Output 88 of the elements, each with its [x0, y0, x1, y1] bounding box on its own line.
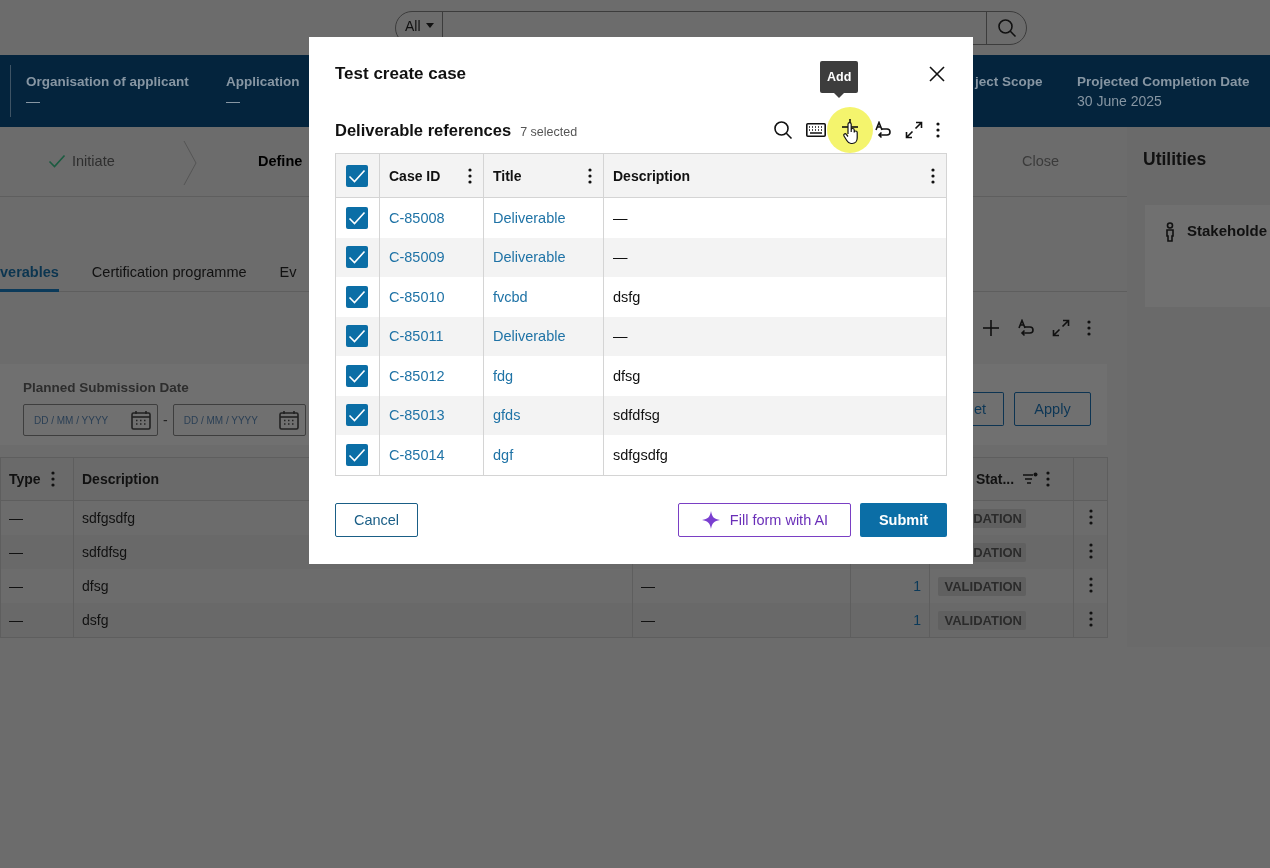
title-link[interactable]: dgf — [493, 446, 514, 463]
table-cell: — — [641, 578, 655, 594]
title-link[interactable]: fdg — [493, 367, 514, 384]
panel-title: Utilities — [1142, 148, 1208, 171]
field-label: Organisation of applicant — [26, 74, 189, 89]
column-header: Case ID — [389, 167, 441, 184]
checkbox[interactable] — [346, 246, 368, 269]
table-cell: — — [613, 328, 628, 345]
column-header: Title — [493, 167, 522, 184]
check-icon — [348, 447, 366, 462]
filter-icon[interactable] — [1022, 472, 1039, 486]
field-value: — — [226, 93, 241, 109]
check-icon — [348, 210, 366, 225]
check-icon — [348, 168, 366, 183]
checkbox[interactable] — [346, 206, 368, 229]
field-label: Application — [226, 74, 300, 89]
kebab-menu-icon[interactable] — [588, 166, 592, 185]
field-value: 30 June 2025 — [1077, 93, 1163, 109]
case-id-link[interactable]: C-85014 — [389, 446, 445, 463]
checkbox[interactable] — [346, 443, 368, 466]
field-label: Projected Completion Date — [1077, 74, 1250, 89]
keyboard-icon[interactable] — [806, 123, 826, 137]
utility-card[interactable]: Stakeholde — [1145, 205, 1270, 307]
check-icon — [348, 368, 366, 383]
check-icon — [348, 289, 366, 304]
selection-count: 7 selected — [520, 124, 578, 139]
check-icon — [48, 154, 66, 168]
table-cell: dfsg — [613, 367, 641, 384]
cursor-over-add-drawing — [841, 119, 861, 145]
close-icon — [928, 65, 946, 83]
column-header: Description — [613, 167, 690, 184]
kebab-menu-icon[interactable] — [931, 166, 935, 185]
table-cell: — — [0, 603, 74, 638]
calendar-icon[interactable] — [278, 410, 299, 430]
expand-icon[interactable] — [905, 121, 923, 139]
title-link[interactable]: Deliverable — [493, 209, 566, 226]
scope-dropdown[interactable]: All — [396, 16, 442, 35]
kebab-menu-icon[interactable] — [468, 166, 472, 185]
check-icon — [348, 250, 366, 265]
column-header: Stat... — [976, 471, 1015, 487]
table-cell: — — [613, 209, 628, 226]
table-cell: dsfg — [613, 288, 641, 305]
column-header: Description — [82, 471, 159, 487]
dialog-title: Test create case — [335, 64, 467, 84]
cancel-button[interactable]: Cancel — [335, 502, 418, 537]
checkbox[interactable] — [346, 164, 368, 187]
check-icon — [348, 408, 366, 423]
filter-label: Planned Submission Date — [23, 380, 189, 395]
range-separator: - — [163, 412, 168, 428]
person-icon — [1165, 222, 1175, 242]
case-id-link[interactable]: C-85008 — [389, 209, 445, 226]
tooltip: Add — [820, 61, 859, 98]
tab[interactable]: Ev — [279, 261, 297, 292]
section-title: Deliverable references — [335, 120, 512, 140]
field-label: ject Scope — [975, 74, 1043, 89]
search-icon[interactable] — [773, 120, 793, 140]
table-cell: sdfdfsg — [613, 407, 660, 424]
table-cell: — — [0, 535, 74, 569]
stage-step[interactable]: Define — [258, 153, 303, 169]
submit-button[interactable]: Submit — [860, 502, 947, 537]
fill-form-ai-button[interactable]: Fill form with AI — [678, 502, 851, 537]
table-cell: — — [641, 612, 655, 628]
add-button[interactable] — [827, 107, 873, 153]
add-icon[interactable] — [982, 319, 1000, 337]
kebab-menu-icon[interactable] — [936, 121, 940, 139]
apply-button[interactable]: Apply — [1014, 392, 1091, 426]
case-id-link[interactable]: C-85012 — [389, 367, 445, 384]
checkbox[interactable] — [346, 404, 368, 427]
checkbox[interactable] — [346, 364, 368, 387]
checkbox[interactable] — [346, 285, 368, 308]
field-value: — — [26, 93, 41, 109]
caret-icon — [425, 23, 434, 28]
table-cell: dsfg — [73, 603, 633, 638]
title-link[interactable]: fvcbd — [493, 288, 528, 305]
tab[interactable]: Certification programme — [91, 261, 247, 292]
check-icon — [348, 329, 366, 344]
table-cell: sdfgsdfg — [613, 446, 668, 463]
close-button[interactable] — [928, 65, 946, 83]
search-icon — [996, 17, 1017, 38]
text-wrap-icon[interactable] — [874, 121, 892, 139]
tab[interactable]: verables — [0, 261, 59, 292]
case-id-link[interactable]: C-85010 — [389, 288, 445, 305]
calendar-icon[interactable] — [131, 410, 151, 430]
table-cell: — — [613, 249, 628, 266]
title-link[interactable]: gfds — [493, 407, 521, 424]
stage-step[interactable]: Initiate — [48, 153, 115, 169]
checkbox[interactable] — [346, 325, 368, 348]
column-header: Type — [9, 471, 41, 487]
